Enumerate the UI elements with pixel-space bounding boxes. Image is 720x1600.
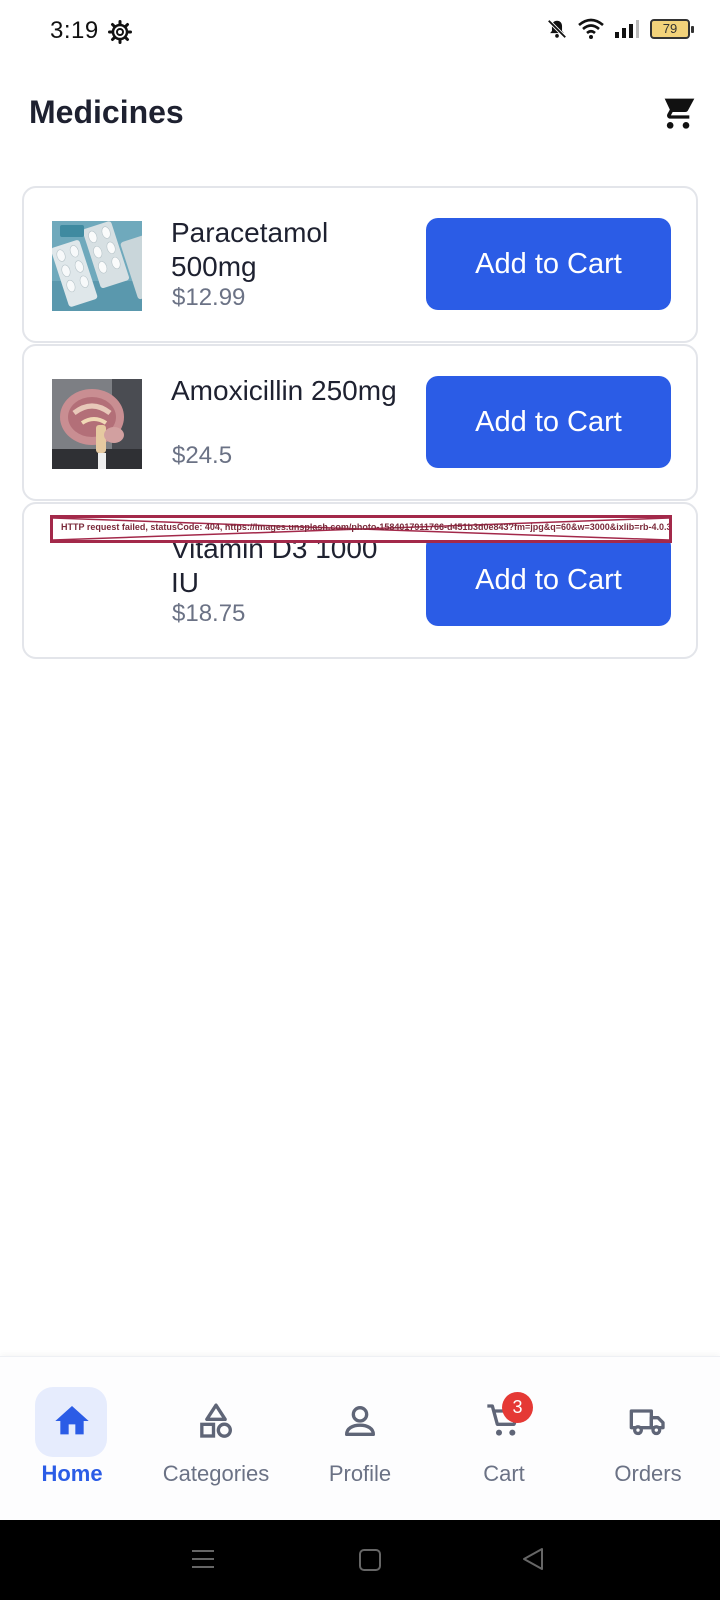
product-price: $24.5 xyxy=(172,442,233,469)
signal-icon xyxy=(615,20,639,38)
nav-item-categories[interactable]: Categories xyxy=(144,1357,288,1521)
settings-gear-icon xyxy=(108,20,132,44)
nav-label: Profile xyxy=(328,1461,392,1486)
app-header: Medicines xyxy=(0,80,720,150)
nav-item-profile[interactable]: Profile xyxy=(288,1357,432,1521)
product-image-amoxicillin xyxy=(52,379,142,469)
add-to-cart-button[interactable]: Add to Cart xyxy=(426,534,671,626)
home-icon xyxy=(55,1406,89,1435)
home-square-icon[interactable] xyxy=(358,1548,382,1572)
product-price: $18.75 xyxy=(172,600,246,627)
person-icon xyxy=(345,1406,375,1436)
product-name: Paracetamol 500mg xyxy=(171,217,329,282)
shapes-icon xyxy=(200,1403,232,1438)
menu-icon[interactable] xyxy=(190,1546,216,1572)
product-card: Amoxicillin 250mg $24.5 Add to Cart xyxy=(22,344,698,501)
nav-label: Orders xyxy=(614,1461,682,1486)
truck-icon xyxy=(629,1409,665,1436)
cart-count-badge: 3 xyxy=(502,1392,533,1423)
product-price: $12.99 xyxy=(172,284,246,311)
product-card: Vitamin D3 1000 IU $18.75 Add to Cart HT… xyxy=(22,502,698,659)
mute-bell-icon xyxy=(547,19,567,39)
product-name: Amoxicillin 250mg xyxy=(171,375,397,406)
nav-label: Cart xyxy=(483,1461,525,1486)
system-navigation-bar xyxy=(0,1520,720,1600)
nav-item-orders[interactable]: Orders xyxy=(576,1357,720,1521)
add-to-cart-button[interactable]: Add to Cart xyxy=(426,218,671,310)
status-time: 3:19 xyxy=(50,17,99,44)
page-title: Medicines xyxy=(29,94,184,130)
product-image-paracetamol xyxy=(52,221,142,311)
status-bar: 3:19 79 xyxy=(0,0,720,64)
nav-label: Home xyxy=(41,1461,103,1486)
nav-item-home[interactable]: Home xyxy=(0,1357,144,1521)
header-cart-icon[interactable] xyxy=(656,92,696,132)
nav-label: Categories xyxy=(162,1461,270,1486)
image-error-text: HTTP request failed, statusCode: 404, ht… xyxy=(61,522,672,532)
product-card: Paracetamol 500mg $12.99 Add to Cart xyxy=(22,186,698,343)
battery-indicator: 79 xyxy=(650,19,694,39)
product-list: Paracetamol 500mg $12.99 Add to Cart Amo… xyxy=(22,186,698,659)
wifi-icon xyxy=(578,18,604,39)
nav-item-cart[interactable]: Cart xyxy=(432,1357,576,1521)
add-to-cart-button[interactable]: Add to Cart xyxy=(426,376,671,468)
image-error-placeholder: HTTP request failed, statusCode: 404, ht… xyxy=(50,515,672,543)
bottom-navigation: Home Categories Profile Cart Orders xyxy=(0,1356,720,1520)
back-icon[interactable] xyxy=(520,1546,546,1572)
